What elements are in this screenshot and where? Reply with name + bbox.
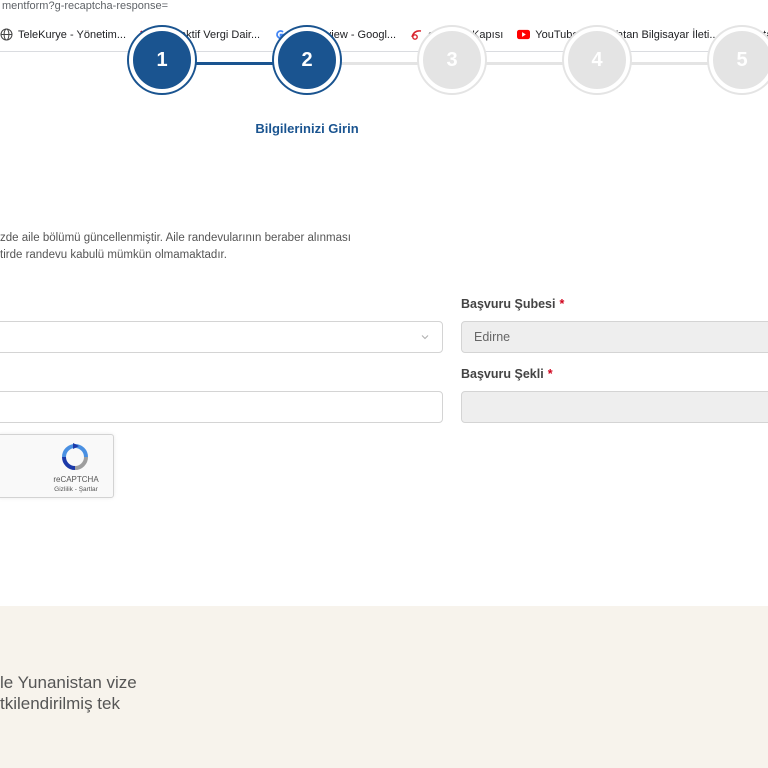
step-1: 1 [129, 27, 195, 93]
bookmark-label: Vatan Bilgisayar İleti... [610, 28, 719, 41]
recaptcha-icon [62, 443, 88, 470]
bookmark-label: TeleKurye - Yönetim... [18, 28, 127, 41]
basvuru-sekli-label: Başvuru Şekli * [461, 367, 553, 381]
current-step-title: Bilgilerinizi Girin [255, 121, 359, 136]
basvuru-subesi-label: Başvuru Şubesi * [461, 297, 564, 311]
family-notice: zde aile bölümü güncellenmiştir. Aile ra… [0, 230, 440, 264]
notice-line-1: zde aile bölümü güncellenmiştir. Aile ra… [0, 232, 351, 244]
footer-line-2: tkilendirilmiş tek [0, 694, 120, 713]
basvuru-subesi-field: Edirne [461, 321, 768, 353]
step-2: 2 [274, 27, 340, 93]
bookmark-youtube[interactable]: YouTube [517, 28, 579, 41]
recaptcha-name: reCAPTCHA [53, 475, 99, 484]
footer-section: le Yunanistan vize tkilendirilmiş tek [0, 606, 768, 768]
notice-line-2: tirde randevu kabulü mümkün olmamaktadır… [0, 249, 227, 261]
basvuru-subesi-label-text: Başvuru Şubesi [461, 297, 556, 311]
step-3: 3 [419, 27, 485, 93]
youtube-icon [517, 28, 531, 41]
basvuru-sekli-label-text: Başvuru Şekli [461, 367, 544, 381]
recaptcha-privacy-terms[interactable]: Gizlilik - Şartlar [37, 486, 115, 493]
footer-line-1: le Yunanistan vize [0, 673, 137, 692]
footer-text: le Yunanistan vize tkilendirilmiş tek [0, 672, 300, 714]
basvuru-subesi-value: Edirne [474, 330, 511, 344]
recaptcha-widget[interactable]: reCAPTCHA Gizlilik - Şartlar [0, 434, 114, 498]
step-4: 4 [564, 27, 630, 93]
edevlet-icon [410, 28, 423, 41]
basvuru-sekli-field [461, 391, 768, 423]
progress-stepper: 1 2 3 4 5 [0, 27, 768, 111]
required-marker: * [559, 297, 565, 311]
globe-icon [0, 28, 13, 41]
left-select-field[interactable] [0, 321, 443, 353]
bookmark-telekurye[interactable]: TeleKurye - Yönetim... [0, 28, 126, 41]
step-5: 5 [709, 27, 768, 93]
address-bar-url[interactable]: mentform?g-recaptcha-response= [0, 0, 768, 18]
left-text-field[interactable] [0, 391, 443, 423]
bookmarks-bar: TeleKurye - Yönetim... İnteraktif Vergi … [0, 18, 768, 52]
chevron-down-icon [421, 335, 429, 340]
required-marker: * [547, 367, 553, 381]
